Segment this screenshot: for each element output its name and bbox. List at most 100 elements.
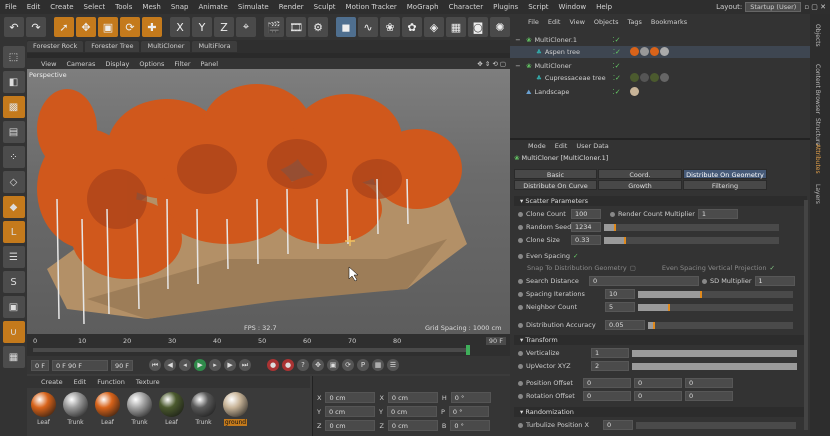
menu-mesh[interactable]: Mesh — [137, 3, 165, 11]
nurbs-icon[interactable]: ❀ — [380, 17, 400, 37]
attr-menu-mode[interactable]: Mode — [528, 142, 546, 150]
redo-icon[interactable]: ↷ — [26, 17, 46, 37]
polygons-mode-icon[interactable]: ◆ — [2, 196, 25, 218]
random-seed-slider[interactable] — [604, 223, 779, 231]
undo-icon[interactable]: ↶ — [4, 17, 24, 37]
tab-filtering[interactable]: Filtering — [683, 180, 767, 190]
material-item[interactable]: Leaf — [94, 392, 121, 432]
texture-mode-icon[interactable]: ▩ — [2, 96, 25, 118]
material-menu-texture[interactable]: Texture — [136, 378, 160, 386]
side-tab-layers[interactable]: Layers — [814, 184, 821, 204]
clone-count-field[interactable]: 100 — [571, 209, 601, 219]
neighbor-count-field[interactable]: 5 — [605, 302, 635, 312]
z-axis-button[interactable]: Z — [214, 17, 234, 37]
timeline-scrubber[interactable] — [33, 345, 470, 355]
material-item[interactable]: Trunk — [190, 392, 217, 432]
viewport-menu-panel[interactable]: Panel — [201, 60, 219, 68]
grid-icon[interactable]: ▦ — [2, 346, 25, 368]
timeline-menu-icon[interactable]: ☰ — [387, 359, 400, 371]
play-icon[interactable]: ▶ — [194, 359, 207, 371]
param-key-icon[interactable]: P — [357, 359, 370, 371]
menu-help[interactable]: Help — [591, 3, 617, 11]
tab-distribute-on-geometry[interactable]: Distribute On Geometry — [683, 169, 767, 179]
position-y-field[interactable]: 0 cm — [324, 406, 375, 417]
tab-forester-tree[interactable]: Forester Tree — [85, 41, 140, 52]
even-spacing-check-icon[interactable]: ✓ — [573, 252, 578, 260]
random-seed-field[interactable]: 1234 — [571, 222, 601, 232]
layout-dropdown[interactable]: Startup (User) — [745, 2, 802, 12]
visibility-check-icon[interactable]: ⁚✓ — [613, 48, 621, 56]
go-to-end-icon[interactable]: ⏭ — [239, 359, 252, 371]
autokey-icon[interactable]: ● — [282, 359, 295, 371]
side-tab-objects[interactable]: Objects — [814, 24, 821, 47]
scale-key-icon[interactable]: ▣ — [327, 359, 340, 371]
viewport-nav-icons[interactable]: ✥ ⇕ ⟲ ▢ — [477, 60, 510, 68]
upvector-slider[interactable] — [632, 362, 797, 370]
playhead[interactable] — [466, 345, 470, 355]
snap-icon[interactable]: S — [2, 271, 25, 293]
material-menu-edit[interactable]: Edit — [74, 378, 87, 386]
section-randomization[interactable]: ▾ Randomization — [514, 407, 807, 417]
go-to-start-icon[interactable]: ⏮ — [149, 359, 162, 371]
axis-mode-icon[interactable]: L — [2, 221, 25, 243]
x-axis-button[interactable]: X — [170, 17, 190, 37]
tab-multicloner[interactable]: MultiCloner — [141, 41, 191, 52]
spacing-iterations-slider[interactable] — [638, 290, 793, 298]
clone-size-slider[interactable] — [604, 236, 779, 244]
object-menu-bookmarks[interactable]: Bookmarks — [651, 18, 687, 26]
tweak-icon[interactable]: ☰ — [2, 246, 25, 268]
menu-select[interactable]: Select — [79, 3, 111, 11]
visibility-check-icon[interactable]: ⁚✓ — [612, 88, 620, 96]
rotation-p-field[interactable]: 0 ° — [448, 406, 489, 417]
object-menu-view[interactable]: View — [569, 18, 584, 26]
start-frame-field[interactable]: 0 F — [31, 359, 49, 371]
object-menu-tags[interactable]: Tags — [627, 18, 641, 26]
size-y-field[interactable]: 0 cm — [386, 406, 437, 417]
prev-key-icon[interactable]: ◀ — [164, 359, 177, 371]
timeline-end-field[interactable]: 90 F — [485, 337, 506, 345]
timeline[interactable]: 0 10 20 30 40 50 60 70 80 90 F — [27, 334, 510, 356]
menu-edit[interactable]: Edit — [22, 3, 46, 11]
record-icon[interactable]: ● — [267, 359, 280, 371]
mograph-icon[interactable]: ✿ — [402, 17, 422, 37]
viewport-menu-cameras[interactable]: Cameras — [66, 60, 95, 68]
accuracy-slider[interactable] — [648, 321, 793, 329]
object-menu-edit[interactable]: Edit — [548, 18, 561, 26]
clone-size-field[interactable]: 0.33 — [571, 235, 601, 245]
rotation-b-field[interactable]: 0 ° — [450, 420, 491, 431]
menu-mograph[interactable]: MoGraph — [402, 3, 444, 11]
spacing-iterations-field[interactable]: 10 — [605, 289, 635, 299]
add-icon[interactable]: ✚ — [142, 17, 162, 37]
turbulize-x-slider[interactable] — [636, 421, 796, 429]
next-frame-icon[interactable]: ▸ — [209, 359, 222, 371]
deformer-icon[interactable]: ◈ — [424, 17, 444, 37]
rotation-h-field[interactable]: 0 ° — [450, 392, 491, 403]
pla-key-icon[interactable]: ▦ — [372, 359, 385, 371]
prev-frame-icon[interactable]: ◂ — [179, 359, 192, 371]
menu-snap[interactable]: Snap — [166, 3, 194, 11]
frame-range-field[interactable]: 0 F 90 F — [51, 359, 108, 371]
keyframe-selection-icon[interactable]: ? — [297, 359, 310, 371]
edges-mode-icon[interactable]: ◇ — [2, 171, 25, 193]
viewport-perspective[interactable]: Perspective FPS : 32.7 Grid Spacing : 10… — [27, 69, 510, 334]
menu-sculpt[interactable]: Sculpt — [309, 3, 341, 11]
visibility-check-icon[interactable]: ⁚✓ — [612, 62, 620, 70]
menu-motion-tracker[interactable]: Motion Tracker — [341, 3, 402, 11]
object-row[interactable]: ♣ Aspen tree ⁚✓ — [510, 46, 810, 58]
render-picture-viewer-icon[interactable]: 🎞 — [286, 17, 306, 37]
menu-render[interactable]: Render — [274, 3, 309, 11]
position-offset-y-field[interactable]: 0 — [634, 378, 682, 388]
material-item[interactable]: Trunk — [62, 392, 89, 432]
y-axis-button[interactable]: Y — [192, 17, 212, 37]
rotation-offset-b-field[interactable]: 0 — [685, 391, 733, 401]
floor-icon[interactable]: ▦ — [446, 17, 466, 37]
next-key-icon[interactable]: ▶ — [224, 359, 237, 371]
menu-animate[interactable]: Animate — [193, 3, 232, 11]
render-view-icon[interactable]: 🎬 — [264, 17, 284, 37]
side-tab-structure[interactable]: Structure — [814, 118, 821, 146]
section-transform[interactable]: ▾ Transform — [514, 335, 807, 345]
verticalize-slider[interactable] — [632, 349, 797, 357]
accuracy-field[interactable]: 0.05 — [605, 320, 645, 330]
object-menu-objects[interactable]: Objects — [594, 18, 619, 26]
select-icon[interactable]: ➚ — [54, 17, 74, 37]
